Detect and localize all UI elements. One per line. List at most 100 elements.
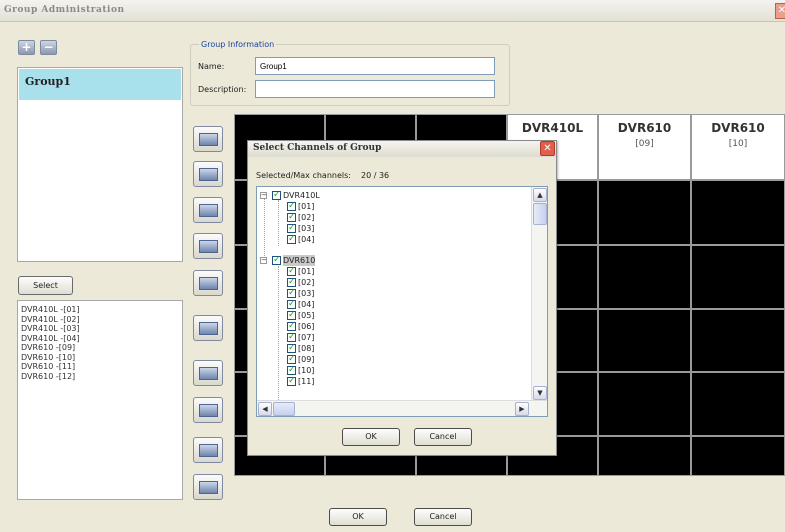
grid-cell[interactable] — [598, 180, 691, 245]
hscroll-thumb[interactable] — [273, 402, 295, 416]
layout-1-button[interactable] — [193, 126, 223, 152]
checkbox-checked-icon[interactable] — [287, 277, 296, 288]
grid-cell[interactable] — [598, 309, 691, 372]
dialog-ok-button[interactable]: OK — [342, 428, 400, 446]
grid-cell[interactable] — [598, 436, 691, 476]
checkbox-checked-icon[interactable] — [272, 255, 281, 266]
scroll-thumb[interactable] — [533, 203, 547, 225]
layout-custom2-button[interactable] — [193, 397, 223, 423]
checkbox-checked-icon[interactable] — [287, 321, 296, 332]
main-panel: + − Group1 Select DVR410L -[01] DVR410L … — [0, 22, 785, 532]
tree-node-label: [09] — [298, 355, 315, 364]
checkbox-checked-icon[interactable] — [287, 201, 296, 212]
tree-node-label: [08] — [298, 344, 315, 353]
dialog-cancel-button[interactable]: Cancel — [414, 428, 472, 446]
tree-connector — [278, 200, 279, 246]
grid-cell[interactable] — [691, 309, 785, 372]
checkbox-checked-icon[interactable] — [287, 332, 296, 343]
grid-cell[interactable] — [598, 372, 691, 436]
tree-node-label: [11] — [298, 377, 315, 386]
grid-cell[interactable] — [598, 245, 691, 309]
tree-node-label: [01] — [298, 202, 315, 211]
scroll-left-icon[interactable]: ◀ — [258, 402, 272, 416]
checkbox-checked-icon[interactable] — [287, 343, 296, 354]
checkbox-checked-icon[interactable] — [287, 310, 296, 321]
layout-custom3-button[interactable] — [193, 437, 223, 463]
collapse-icon[interactable]: − — [260, 192, 267, 199]
tree-node-label: [02] — [298, 213, 315, 222]
layout-13-icon — [199, 277, 218, 290]
tree-node-label: DVR410L — [283, 191, 320, 200]
remove-group-icon[interactable]: − — [40, 40, 57, 55]
name-field[interactable] — [255, 57, 495, 75]
scroll-right-icon[interactable]: ▶ — [515, 402, 529, 416]
layout-16-icon — [199, 322, 218, 335]
close-icon[interactable]: ✕ — [775, 3, 785, 19]
checkbox-checked-icon[interactable] — [287, 354, 296, 365]
grid-cell-header[interactable]: DVR610 [10] — [691, 114, 785, 180]
layout-custom4-button[interactable] — [193, 474, 223, 500]
checkbox-checked-icon[interactable] — [287, 212, 296, 223]
list-item: DVR610 -[10] — [21, 352, 76, 362]
tree-node-label: [05] — [298, 311, 315, 320]
selected-channels-list[interactable]: DVR410L -[01] DVR410L -[02] DVR410L -[03… — [17, 300, 183, 500]
grid-cell-device: DVR410L — [521, 121, 584, 135]
list-item: DVR610 -[09] — [21, 343, 76, 352]
tree-node-label: DVR610 — [283, 255, 316, 266]
dialog-title-bar: Select Channels of Group ✕ — [248, 141, 556, 157]
checkbox-checked-icon[interactable] — [287, 266, 296, 277]
checkbox-checked-icon[interactable] — [287, 288, 296, 299]
selected-max-label: Selected/Max channels: — [256, 171, 351, 180]
checkbox-checked-icon[interactable] — [287, 365, 296, 376]
list-item: DVR410L -[04] — [21, 333, 80, 343]
channel-tree[interactable]: − DVR410L [01] [02] [03] [04] − — [256, 186, 548, 417]
group-item-group1[interactable]: Group1 — [19, 69, 181, 100]
checkbox-checked-icon[interactable] — [287, 299, 296, 310]
grid-cell-header[interactable]: DVR610 [09] — [598, 114, 691, 180]
list-item: DVR410L -[01] — [21, 305, 80, 314]
checkbox-checked-icon[interactable] — [287, 376, 296, 387]
add-group-icon[interactable]: + — [18, 40, 35, 55]
checkbox-checked-icon[interactable] — [272, 190, 281, 201]
vertical-scrollbar[interactable]: ▲ ▼ — [531, 187, 547, 401]
grid-cell[interactable] — [691, 180, 785, 245]
scroll-down-icon[interactable]: ▼ — [533, 386, 547, 400]
layout-16-button[interactable] — [193, 315, 223, 341]
tree-connector — [264, 198, 265, 260]
layout-4-button[interactable] — [193, 161, 223, 187]
layout-6-icon — [199, 204, 218, 217]
select-button[interactable]: Select — [18, 276, 73, 295]
checkbox-checked-icon[interactable] — [287, 234, 296, 245]
checkbox-checked-icon[interactable] — [287, 223, 296, 234]
scroll-up-icon[interactable]: ▲ — [533, 188, 547, 202]
layout-custom1-icon — [199, 367, 218, 380]
grid-cell[interactable] — [691, 372, 785, 436]
tree-node-label: [06] — [298, 322, 315, 331]
layout-custom2-icon — [199, 404, 218, 417]
horizontal-scrollbar[interactable]: ◀ ▶ — [257, 400, 547, 416]
ok-button[interactable]: OK — [329, 508, 387, 526]
tree-node-label: [04] — [298, 235, 315, 244]
grid-cell-device: DVR610 — [617, 121, 672, 135]
layout-1-icon — [199, 133, 218, 146]
dialog-close-icon[interactable]: ✕ — [540, 141, 555, 156]
grid-cell-device: DVR610 — [711, 121, 765, 135]
layout-13-button[interactable] — [193, 270, 223, 296]
layout-9-button[interactable] — [193, 233, 223, 259]
cancel-button[interactable]: Cancel — [414, 508, 472, 526]
tree-node-label: [10] — [298, 366, 315, 375]
collapse-icon[interactable]: − — [260, 257, 267, 264]
grid-cell[interactable] — [691, 245, 785, 309]
grid-cell[interactable] — [691, 436, 785, 476]
group-list[interactable]: Group1 — [17, 67, 183, 262]
list-item: DVR410L -[02] — [21, 314, 80, 324]
layout-custom3-icon — [199, 444, 218, 457]
layout-custom1-button[interactable] — [193, 360, 223, 386]
window-title-bar: Group Administration ✕ — [0, 0, 785, 22]
grid-cell-channel: [09] — [635, 139, 654, 149]
name-label: Name: — [198, 62, 225, 71]
layout-9-icon — [199, 240, 218, 253]
description-field[interactable] — [255, 80, 495, 98]
layout-6-button[interactable] — [193, 197, 223, 223]
group-information-legend: Group Information — [199, 40, 277, 49]
